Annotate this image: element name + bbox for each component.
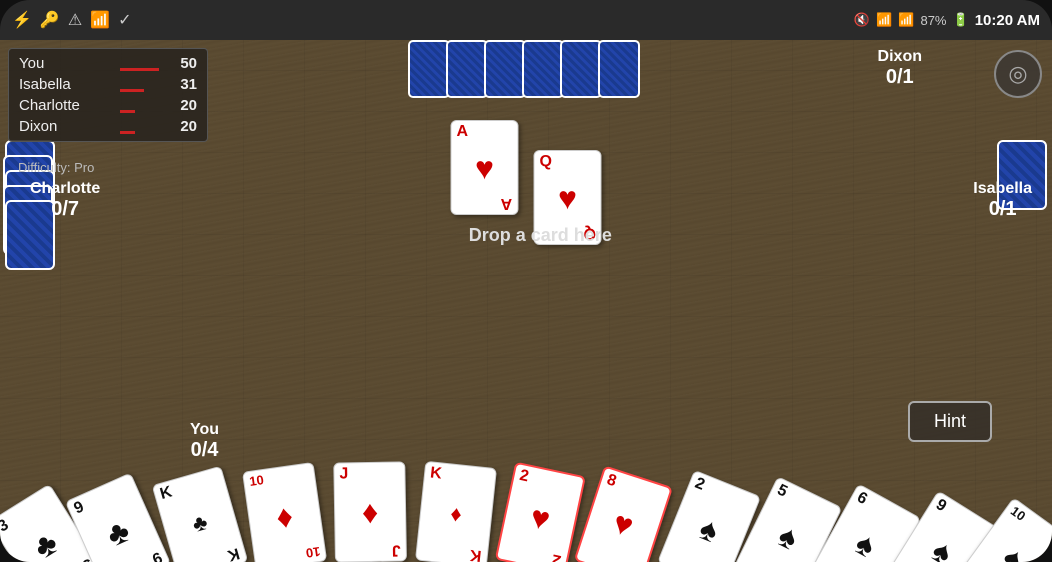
hand-card-kc[interactable]: K ♣ K	[152, 466, 249, 562]
score-value-dixon: 20	[169, 118, 197, 135]
score-bar-charlotte	[120, 99, 163, 113]
isabella-tricks: 0/1	[973, 198, 1032, 221]
player-name-you: You	[19, 55, 114, 72]
battery-percent: 87%	[920, 13, 946, 28]
deck-card-2	[446, 40, 488, 98]
score-row-you: You 50	[19, 55, 197, 72]
score-value-charlotte: 20	[169, 97, 197, 114]
charlotte-name: Charlotte	[30, 180, 100, 198]
score-bar-you	[120, 57, 163, 71]
battery-icon: 🔋	[953, 12, 969, 28]
isabella-name: Isabella	[973, 180, 1032, 198]
status-icons-left: ⚡ 🔑 ⚠ 📶 ✓	[12, 10, 132, 30]
score-row-charlotte: Charlotte 20	[19, 97, 197, 114]
hand-card-2h[interactable]: 2 ♥ 2	[495, 462, 586, 562]
game-area: You 50 Isabella 31 Charlotte 20	[0, 40, 1052, 562]
wifi-icon: 📶	[876, 12, 892, 28]
score-bar-isabella	[120, 78, 163, 92]
score-panel: You 50 Isabella 31 Charlotte 20	[8, 48, 208, 142]
key-icon: 🔑	[40, 10, 60, 30]
phone-frame: ⚡ 🔑 ⚠ 📶 ✓ 🔇 📶 📶 87% 🔋 10:20 AM You 50	[0, 0, 1052, 562]
hand-card-10d[interactable]: 10 ♦ 10	[242, 462, 327, 562]
dixon-tricks: 0/1	[878, 66, 922, 89]
compass-icon: ◎	[1008, 61, 1027, 87]
card-suit-center: ♥	[475, 152, 494, 184]
score-bar-dixon	[120, 120, 163, 134]
player-name-charlotte: Charlotte	[19, 97, 114, 114]
player-name-isabella: Isabella	[19, 76, 114, 93]
deck-card-6	[598, 40, 640, 98]
player-charlotte: Charlotte 0/7	[30, 180, 100, 221]
wifi-off-icon: 📶	[90, 10, 110, 30]
hand-card-8h[interactable]: 8 ♥ 8	[574, 465, 673, 562]
card-rank-bottom: A	[501, 195, 513, 211]
score-row-isabella: Isabella 31	[19, 76, 197, 93]
top-deck	[412, 40, 640, 98]
deck-card-4	[522, 40, 564, 98]
drop-zone[interactable]: Drop a card here	[469, 225, 612, 246]
deck-card-3	[484, 40, 526, 98]
signal-icon: 📶	[898, 12, 914, 28]
status-icons-right: 🔇 📶 📶 87% 🔋 10:20 AM	[854, 12, 1040, 29]
hand-area: 3 ♣ 3 9 ♣ 9 K ♣ K 10 ♦ 10	[0, 382, 1052, 562]
usb-icon: ⚡	[12, 10, 32, 30]
compass-button[interactable]: ◎	[994, 50, 1042, 98]
status-bar: ⚡ 🔑 ⚠ 📶 ✓ 🔇 📶 📶 87% 🔋 10:20 AM	[0, 0, 1052, 40]
isabella-cards	[992, 140, 1052, 320]
player-dixon: Dixon 0/1	[878, 48, 922, 89]
score-value-you: 50	[169, 55, 197, 72]
hand-card-kd[interactable]: K ♦ K	[415, 461, 497, 562]
score-row-dixon: Dixon 20	[19, 118, 197, 135]
drop-zone-label: Drop a card here	[469, 225, 612, 245]
deck-card-5	[560, 40, 602, 98]
warning-icon: ⚠	[68, 10, 82, 30]
player-isabella: Isabella 0/1	[973, 180, 1032, 221]
deck-card-1	[408, 40, 450, 98]
score-value-isabella: 31	[169, 76, 197, 93]
check-icon: ✓	[118, 10, 131, 30]
clock: 10:20 AM	[975, 12, 1040, 29]
difficulty-label: Difficulty: Pro	[18, 160, 94, 175]
dixon-name: Dixon	[878, 48, 922, 66]
card-rank-top: A	[457, 124, 469, 140]
mute-icon: 🔇	[854, 12, 870, 28]
player-name-dixon: Dixon	[19, 118, 114, 135]
card-rank-top: Q	[540, 154, 552, 170]
charlotte-tricks: 0/7	[30, 198, 100, 221]
hand-card-jd[interactable]: J ♦ J	[333, 461, 407, 562]
card-suit-center: ♥	[558, 182, 577, 214]
played-card-ace-hearts[interactable]: A ♥ A	[451, 120, 519, 215]
